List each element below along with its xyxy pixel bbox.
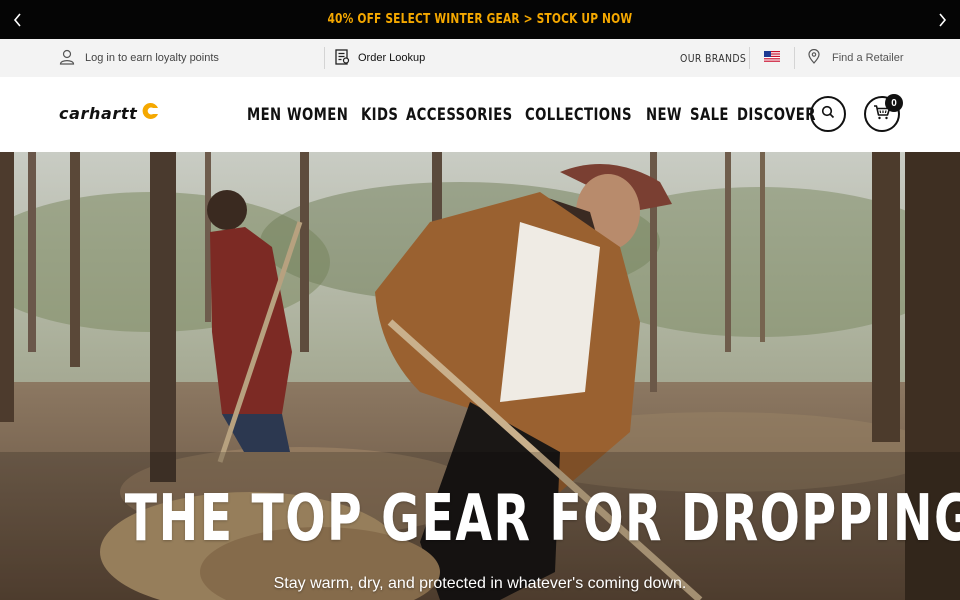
logo-wordmark: carhartt (59, 104, 138, 123)
nav-collections[interactable]: COLLECTIONS (525, 105, 632, 125)
cart-count-badge: 0 (885, 94, 903, 112)
divider (794, 47, 795, 69)
find-retailer-label: Find a Retailer (832, 52, 904, 64)
divider (324, 47, 325, 69)
search-button[interactable] (810, 96, 846, 132)
nav-kids[interactable]: KIDS (361, 105, 398, 125)
hero-title: THE TOP GEAR FOR DROPPING TEMPS (124, 482, 960, 556)
utility-bar: Log in to earn loyalty points Order Look… (0, 39, 960, 77)
promo-link[interactable]: 40% OFF SELECT WINTER GEAR > STOCK UP NO… (328, 12, 633, 27)
order-lookup-label: Order Lookup (358, 52, 426, 64)
find-retailer-link[interactable]: Find a Retailer (808, 39, 904, 77)
receipt-icon (335, 48, 350, 68)
hero-subtitle: Stay warm, dry, and protected in whateve… (273, 575, 687, 592)
order-lookup-link[interactable]: Order Lookup (335, 39, 425, 77)
chevron-left-icon[interactable] (0, 0, 36, 39)
main-header: carhartt MEN WOMEN KIDS ACCESSORIES COLL… (0, 77, 960, 152)
nav-sale[interactable]: SALE (690, 105, 729, 125)
nav-new[interactable]: NEW (646, 105, 682, 125)
country-selector[interactable] (764, 39, 780, 77)
login-link[interactable]: Log in to earn loyalty points (59, 39, 219, 77)
login-label: Log in to earn loyalty points (85, 52, 219, 64)
nav-women[interactable]: WOMEN (287, 105, 348, 125)
divider (749, 47, 750, 69)
promo-bar: 40% OFF SELECT WINTER GEAR > STOCK UP NO… (0, 0, 960, 39)
search-icon (821, 105, 835, 124)
our-brands-link[interactable]: OUR BRANDS (680, 39, 758, 77)
chevron-right-icon[interactable] (924, 0, 960, 39)
location-pin-icon (808, 48, 820, 67)
user-icon (59, 49, 75, 68)
nav-men[interactable]: MEN (247, 105, 282, 125)
nav-discover[interactable]: DISCOVER (737, 105, 816, 125)
hero-banner[interactable]: THE TOP GEAR FOR DROPPING TEMPS Stay war… (0, 152, 960, 600)
carhartt-logo[interactable]: carhartt (59, 102, 160, 125)
main-nav: MEN WOMEN KIDS ACCESSORIES COLLECTIONS N… (247, 77, 838, 152)
our-brands-label: OUR BRANDS (680, 51, 747, 65)
nav-accessories[interactable]: ACCESSORIES (406, 105, 513, 125)
us-flag-icon (764, 51, 780, 65)
c-logo-icon (140, 102, 160, 125)
